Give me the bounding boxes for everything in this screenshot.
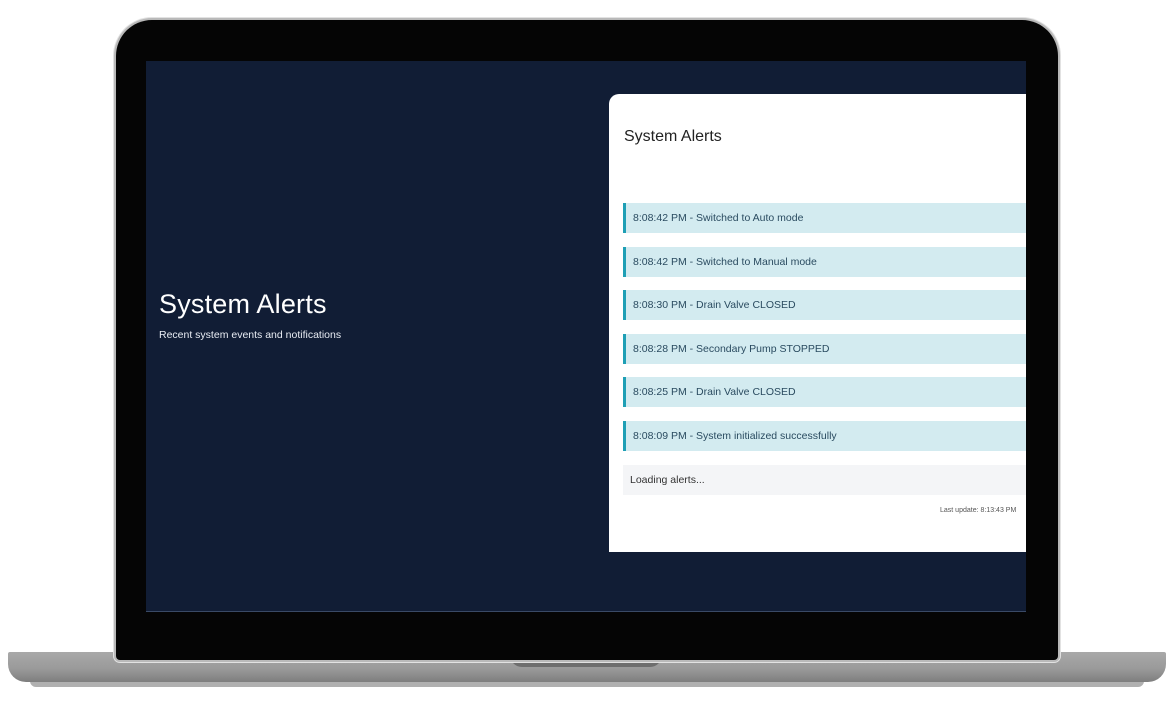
alert-item[interactable]: 8:08:09 PM - System initialized successf… [623, 420, 1026, 451]
laptop-mockup: System Alerts Recent system events and n… [0, 0, 1172, 708]
intro-title: System Alerts [159, 289, 327, 319]
alert-item[interactable]: 8:08:42 PM - Switched to Manual mode [623, 246, 1026, 277]
alert-list: 8:08:42 PM - Switched to Auto mode 8:08:… [623, 203, 1026, 495]
alert-item[interactable]: 8:08:28 PM - Secondary Pump STOPPED [623, 333, 1026, 364]
app-screen: System Alerts Recent system events and n… [146, 61, 1026, 612]
alerts-panel: System Alerts 8:08:42 PM - Switched to A… [609, 94, 1026, 552]
last-update-timestamp: Last update: 8:13:43 PM [940, 507, 1017, 514]
alert-item[interactable]: 8:08:25 PM - Drain Valve CLOSED [623, 377, 1026, 408]
intro-section: System Alerts Recent system events and n… [159, 289, 341, 341]
loading-indicator: Loading alerts... [623, 464, 1026, 495]
intro-subtitle: Recent system events and notifications [159, 329, 342, 341]
panel-title: System Alerts [624, 128, 722, 145]
alert-item[interactable]: 8:08:42 PM - Switched to Auto mode [623, 203, 1026, 233]
alert-item[interactable]: 8:08:30 PM - Drain Valve CLOSED [623, 290, 1026, 321]
